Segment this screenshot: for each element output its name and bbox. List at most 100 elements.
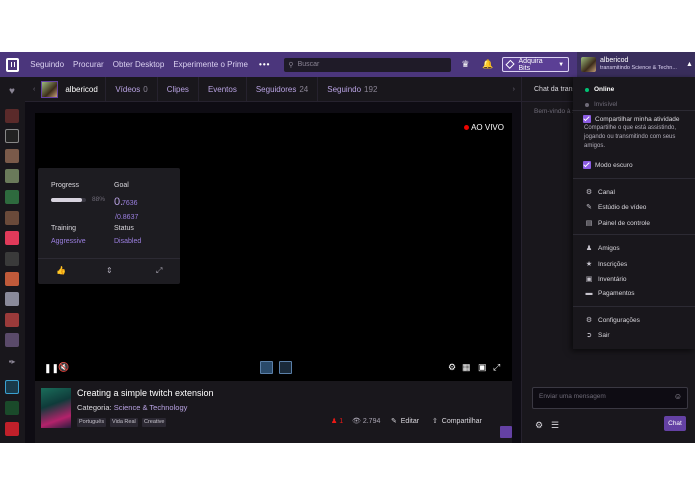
extension-icon[interactable] [260, 361, 273, 374]
user-name: albericod [600, 57, 629, 64]
nav-link-desktop[interactable]: Obter Desktop [113, 60, 165, 69]
followed-channel-avatar[interactable] [5, 252, 19, 266]
menu-item-logout[interactable]: ➲ Sair [585, 331, 610, 340]
menu-item-label: Amigos [598, 244, 620, 252]
live-dot-icon [464, 125, 470, 130]
user-list-icon[interactable]: ☰ [551, 420, 559, 431]
viewers-value: 1 [339, 417, 344, 425]
followed-channel-avatar[interactable] [5, 380, 19, 394]
followed-channel-avatar[interactable] [5, 211, 19, 225]
settings-icon[interactable]: ⚙ [535, 420, 543, 431]
channel-header: ‹ albericod Vídeos 0 Clipes Eventos Segui… [25, 76, 521, 102]
category-box-art[interactable] [41, 388, 71, 428]
tab-events[interactable]: Eventos [197, 76, 246, 102]
tag[interactable]: Creative [142, 418, 167, 427]
video-camera-icon[interactable]: ▪▸ [5, 357, 19, 371]
chat-send-button[interactable]: Chat [664, 416, 686, 431]
tab-following[interactable]: Seguindo 192 [317, 76, 386, 102]
tag[interactable]: Vida Real [110, 418, 138, 427]
menu-item-label: Canal [598, 188, 615, 196]
category-link[interactable]: Science & Technology [114, 403, 188, 412]
followed-channel-avatar[interactable] [5, 129, 19, 143]
expand-icon[interactable]: ⤢ [156, 266, 162, 276]
get-bits-button[interactable]: Adquira Bits ▼ [502, 57, 570, 72]
followed-channel-avatar[interactable] [5, 109, 19, 123]
chat-input-box[interactable]: ☺ [532, 387, 688, 409]
followed-channel-avatar[interactable] [5, 422, 19, 436]
followed-channel-avatar[interactable] [5, 272, 19, 286]
mute-icon[interactable]: 🔇 [58, 362, 69, 373]
menu-item-payments[interactable]: ▬ Pagamentos [585, 290, 635, 297]
online-dot-icon [585, 87, 589, 92]
chat-bubble-icon[interactable] [500, 426, 512, 438]
search-box[interactable]: ⚲ [284, 57, 451, 72]
tab-followers[interactable]: Seguidores 24 [245, 76, 317, 102]
share-icon: ⇧ [432, 418, 442, 425]
followed-channel-avatar[interactable] [5, 333, 19, 347]
followed-channel-avatar[interactable] [5, 190, 19, 204]
followed-channel-avatar[interactable] [5, 169, 19, 183]
status-invisible[interactable]: Invisível [585, 101, 617, 108]
chevron-up-icon: ▲ [686, 61, 693, 68]
followed-channel-avatar[interactable] [5, 292, 19, 306]
share-activity-label: Compartilhar minha atividade [595, 115, 680, 123]
heart-icon[interactable]: ♥ [5, 86, 19, 100]
top-nav: Seguindo Procurar Obter Desktop Experime… [0, 52, 695, 77]
share-label: Compartilhar [441, 417, 482, 425]
menu-item-label: Painel de controle [598, 219, 651, 227]
chevron-down-icon: ▼ [558, 61, 565, 68]
menu-item-subscriptions[interactable]: ★ Inscrições [585, 260, 627, 269]
share-activity-checkbox[interactable]: Compartilhar minha atividade [583, 115, 680, 123]
stream-title: Creating a simple twitch extension [77, 388, 214, 398]
menu-item-friends[interactable]: ♟ Amigos [585, 244, 620, 253]
channel-avatar[interactable] [41, 80, 59, 98]
fullscreen-icon[interactable]: ⤢ [493, 362, 500, 373]
bell-icon[interactable]: 🔔 [482, 59, 493, 70]
share-button[interactable]: ⇧ Compartilhar [432, 417, 482, 426]
tab-label: Seguidores [255, 84, 297, 94]
tab-clips[interactable]: Clipes [156, 76, 198, 102]
video-studio-icon: ✎ [586, 204, 592, 211]
menu-item-channel[interactable]: ⚙ Canal [585, 188, 615, 197]
settings-icon[interactable]: ⚙ [448, 362, 456, 373]
channel-name[interactable]: albericod [65, 85, 105, 94]
dark-mode-checkbox[interactable]: Modo escuro [583, 161, 633, 169]
menu-item-dashboard[interactable]: ▤ Painel de controle [585, 219, 651, 228]
twitch-logo-icon[interactable] [6, 57, 20, 72]
training-label: Training [51, 225, 77, 232]
tag[interactable]: Português [77, 418, 107, 427]
inventory-icon: ▣ [585, 276, 593, 283]
chevron-right-icon[interactable]: › [513, 86, 515, 93]
menu-item-inventory[interactable]: ▣ Inventário [585, 275, 627, 284]
tab-videos[interactable]: Vídeos 0 [105, 76, 156, 102]
edit-button[interactable]: ✎ Editar [391, 417, 419, 426]
pause-icon[interactable]: ❚❚ [44, 363, 59, 374]
followed-channel-avatar[interactable] [5, 231, 19, 245]
more-icon[interactable]: ••• [259, 60, 270, 69]
followed-channel-avatar[interactable] [5, 313, 19, 327]
pencil-icon: ✎ [391, 418, 401, 425]
menu-item-label: Configurações [598, 316, 640, 324]
nav-link-browse[interactable]: Procurar [73, 60, 104, 69]
menu-item-video-studio[interactable]: ✎ Estúdio de vídeo [585, 203, 646, 212]
nav-link-prime[interactable]: Experimente o Prime [173, 60, 248, 69]
theater-mode-icon[interactable]: ▣ [478, 362, 487, 373]
clip-icon[interactable]: ▦ [462, 362, 471, 373]
emoji-icon[interactable]: ☺ [674, 392, 682, 401]
nav-link-following[interactable]: Seguindo [30, 60, 64, 69]
chat-input[interactable] [539, 393, 659, 400]
sort-icon[interactable]: ⇕ [106, 266, 113, 275]
search-input[interactable] [297, 61, 448, 68]
video-player[interactable]: AO VIVO Progress 88% Goal 0. 7636 /0.863… [35, 113, 512, 381]
bits-label: Adquira Bits [518, 57, 543, 72]
crown-icon[interactable]: ♛ [461, 59, 470, 70]
user-menu-button[interactable]: albericod transmitindo Science & Techn..… [577, 52, 695, 77]
status-online[interactable]: Online [585, 86, 614, 93]
followed-channel-avatar[interactable] [5, 401, 19, 415]
thumbs-up-icon[interactable]: 👍 [56, 266, 66, 275]
chevron-left-icon[interactable]: ‹ [33, 86, 35, 93]
progress-fill [51, 198, 82, 202]
followed-channel-avatar[interactable] [5, 149, 19, 163]
extension-icon[interactable] [279, 361, 292, 374]
menu-item-settings[interactable]: ⚙ Configurações [585, 316, 640, 325]
